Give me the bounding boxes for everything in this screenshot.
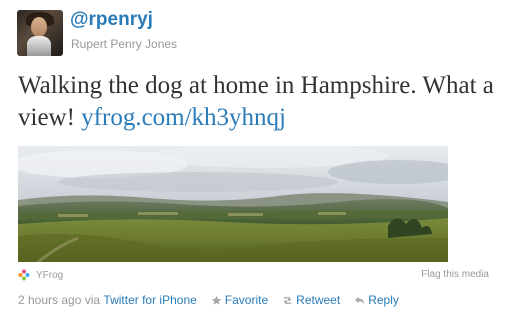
retweet-icon [283, 296, 292, 304]
media-source[interactable]: YFrog [18, 268, 63, 282]
client-link[interactable]: Twitter for iPhone [103, 293, 196, 307]
user-full-name: Rupert Penry Jones [71, 37, 178, 51]
favorite-label[interactable]: Favorite [225, 293, 268, 307]
avatar[interactable] [17, 10, 63, 56]
yfrog-icon [18, 269, 30, 281]
tweet-link[interactable]: yfrog.com/kh3yhnqj [81, 104, 286, 131]
media-source-label: YFrog [36, 269, 64, 281]
user-handle[interactable]: @rpenryj [70, 9, 153, 31]
reply-label[interactable]: Reply [368, 293, 399, 307]
reply-icon [355, 296, 365, 304]
via-label: via [84, 293, 101, 307]
tweet-text: Walking the dog at home in Hampshire. Wh… [18, 70, 496, 134]
tweet-meta: 2 hours ago via Twitter for iPhone Favor… [18, 293, 399, 307]
star-icon [211, 295, 222, 305]
landscape-image [18, 146, 448, 262]
favorite-button[interactable]: Favorite [211, 293, 268, 307]
retweet-button[interactable]: Retweet [282, 293, 340, 307]
retweet-label[interactable]: Retweet [296, 293, 340, 307]
media-photo[interactable] [18, 146, 448, 262]
avatar-collar [27, 36, 51, 56]
flag-media-link[interactable]: Flag this media [421, 269, 489, 280]
avatar-face [31, 17, 47, 37]
tweet-timestamp[interactable]: 2 hours ago [18, 293, 81, 307]
reply-button[interactable]: Reply [354, 293, 399, 307]
